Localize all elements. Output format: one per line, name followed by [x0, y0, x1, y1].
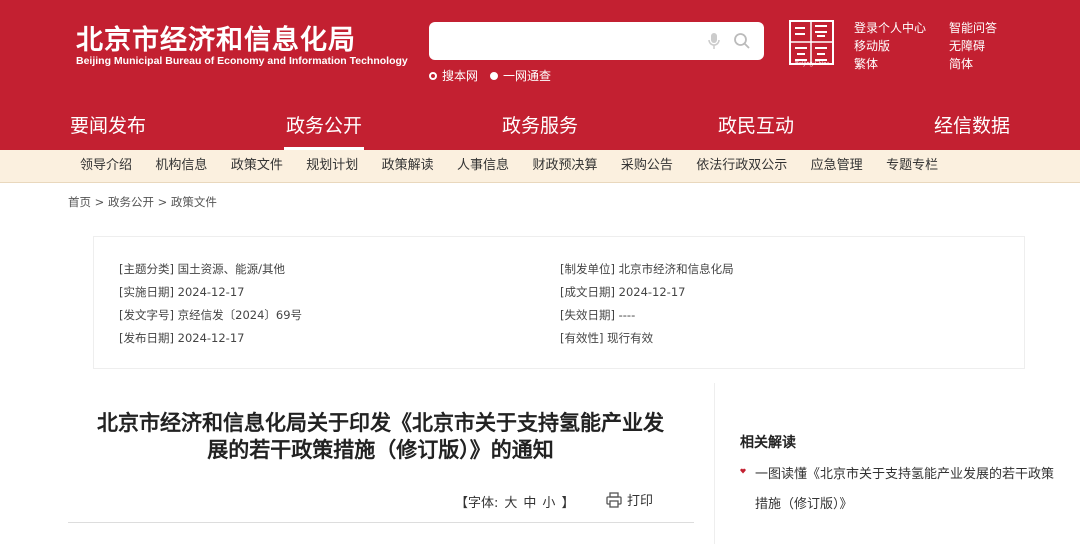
sub-nav-item[interactable]: 政策文件	[231, 150, 283, 182]
meta-document-number: [发文字号] 京经信发〔2024〕69号	[119, 308, 303, 322]
radio-dot	[490, 71, 499, 80]
breadcrumb-home[interactable]: 首页	[68, 195, 91, 209]
site-header: 北京市经济和信息化局 Beijing Municipal Bureau of E…	[0, 0, 1080, 150]
sub-nav: 领导介绍 机构信息 政策文件 规划计划 政策解读 人事信息 财政预决算 采购公告…	[0, 150, 1080, 183]
site-subtitle: Beijing Municipal Bureau of Economy and …	[76, 55, 408, 67]
title-divider	[68, 522, 694, 523]
top-links-column-2: 智能问答 无障碍 简体	[949, 19, 997, 73]
logo-caption: Beijing·China	[795, 61, 829, 67]
related-reading-link[interactable]: 一图读懂《北京市关于支持氢能产业发展的若干政策措施（修订版）》	[755, 460, 1055, 520]
main-nav: 要闻发布 政务公开 政务服务 政民互动 经信数据	[0, 106, 1080, 150]
breadcrumb-government-affairs[interactable]: 政务公开	[108, 195, 154, 209]
main-nav-services[interactable]: 政务服务	[432, 106, 648, 146]
radio-label: 搜本网	[442, 69, 479, 83]
top-links-column-1: 登录个人中心 移动版 繁体	[854, 19, 926, 73]
search-box	[429, 22, 764, 60]
main-nav-government-affairs[interactable]: 政务公开	[216, 106, 432, 150]
link-smart-qa[interactable]: 智能问答	[949, 19, 997, 37]
link-user-center[interactable]: 登录个人中心	[854, 19, 926, 37]
font-size-label: 【字体:	[455, 496, 499, 511]
printer-icon	[606, 491, 622, 508]
breadcrumb-separator: >	[94, 195, 105, 209]
site-title[interactable]: 北京市经济和信息化局	[76, 18, 356, 57]
sub-nav-item[interactable]: 规划计划	[306, 150, 358, 182]
meta-written-date: [成文日期] 2024-12-17	[560, 285, 686, 299]
search-icon[interactable]	[733, 32, 751, 50]
link-simplified[interactable]: 简体	[949, 55, 997, 73]
related-reading-title: 相关解读	[740, 435, 796, 451]
font-size-medium[interactable]: 中	[523, 492, 536, 511]
sub-nav-item[interactable]: 机构信息	[155, 150, 207, 182]
document-title-line: 展的若干政策措施（修订版）》的通知	[207, 438, 554, 462]
sub-nav-item[interactable]: 领导介绍	[80, 150, 132, 182]
link-traditional[interactable]: 繁体	[854, 55, 926, 73]
sub-nav-item[interactable]: 政策解读	[382, 150, 434, 182]
heart-bullet-icon	[740, 468, 746, 474]
breadcrumb-policy-documents[interactable]: 政策文件	[171, 195, 217, 209]
meta-issuing-unit: [制发单位] 北京市经济和信息化局	[560, 262, 734, 276]
sub-nav-item[interactable]: 采购公告	[621, 150, 673, 182]
meta-expiry-date: [失效日期] ----	[560, 308, 636, 322]
radio-label: 一网通查	[503, 69, 552, 83]
main-nav-interaction[interactable]: 政民互动	[648, 106, 864, 146]
document-title-line: 北京市经济和信息化局关于印发《北京市关于支持氢能产业发	[97, 411, 664, 435]
font-size-controls: 【字体: 大 中 小 】	[455, 492, 574, 511]
meta-effective-date: [实施日期] 2024-12-17	[119, 285, 245, 299]
font-size-large[interactable]: 大	[504, 492, 517, 511]
search-scope-radios: 搜本网 一网通查	[429, 67, 551, 84]
document-title: 北京市经济和信息化局关于印发《北京市关于支持氢能产业发 展的若干政策措施（修订版…	[68, 410, 693, 464]
breadcrumb-separator: >	[157, 195, 168, 209]
print-button[interactable]: 打印	[606, 490, 653, 509]
sub-nav-item[interactable]: 专题专栏	[886, 150, 938, 182]
meta-publish-date: [发布日期] 2024-12-17	[119, 331, 245, 345]
print-label: 打印	[627, 494, 654, 509]
meta-topic: [主题分类] 国土资源、能源/其他	[119, 262, 286, 276]
sub-nav-item[interactable]: 人事信息	[457, 150, 509, 182]
main-nav-news[interactable]: 要闻发布	[0, 106, 216, 146]
radio-dot-selected	[429, 71, 437, 80]
document-meta-box: [主题分类] 国土资源、能源/其他 [实施日期] 2024-12-17 [发文字…	[93, 236, 1025, 369]
meta-validity: [有效性] 现行有效	[560, 331, 654, 345]
sub-nav-item[interactable]: 应急管理	[811, 150, 863, 182]
radio-site-search[interactable]: 搜本网	[429, 67, 478, 84]
breadcrumb: 首页 > 政务公开 > 政策文件	[68, 194, 217, 210]
sub-nav-item[interactable]: 依法行政双公示	[696, 150, 787, 182]
font-size-small[interactable]: 小	[542, 492, 555, 511]
microphone-icon[interactable]	[706, 32, 722, 50]
main-nav-data[interactable]: 经信数据	[864, 106, 1080, 146]
font-size-label-end: 】	[561, 496, 575, 511]
radio-unified-search[interactable]: 一网通查	[490, 67, 551, 84]
link-accessibility[interactable]: 无障碍	[949, 37, 997, 55]
search-input[interactable]	[441, 30, 691, 52]
link-mobile[interactable]: 移动版	[854, 37, 926, 55]
sub-nav-item[interactable]: 财政预决算	[532, 150, 597, 182]
column-divider	[714, 383, 715, 544]
